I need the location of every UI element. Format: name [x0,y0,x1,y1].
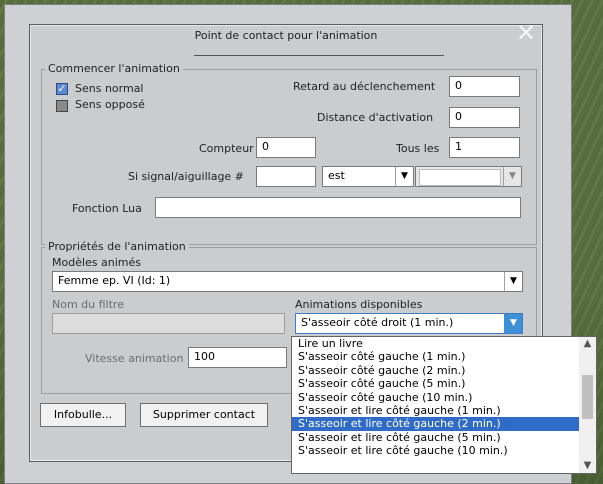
chevron-up-icon[interactable]: ▲ [579,337,596,351]
counter-label: Compteur [199,142,254,155]
distance-label: Distance d'activation [317,111,434,124]
dropdown-item[interactable]: S'asseoir côté gauche (5 min.) [292,377,596,390]
dropdown-item[interactable]: S'asseoir et lire côté gauche (5 min.) [292,431,596,444]
models-label: Modèles animés [52,256,142,269]
reverse-direction-label: Sens opposé [75,98,145,111]
model-value: Femme ep. VI (Id: 1) [58,274,171,287]
signal-state-select[interactable]: est ▼ [322,166,414,187]
chevron-down-icon[interactable]: ▼ [579,459,596,473]
model-select[interactable]: Femme ep. VI (Id: 1) ▼ [52,271,523,292]
signal-target-select[interactable]: ▼ [415,166,522,187]
normal-direction-checkbox[interactable]: ✓ [56,83,68,95]
animation-properties-legend: Propriétés de l'animation [45,240,189,253]
tooltip-button[interactable]: Infobulle... [40,403,126,427]
normal-direction-label: Sens normal [75,82,144,95]
speed-input[interactable]: 100 [188,347,287,368]
filter-label: Nom du filtre [52,298,124,311]
dropdown-item[interactable]: S'asseoir côté gauche (10 min.) [292,391,596,404]
start-animation-legend: Commencer l'animation [45,62,183,75]
dropdown-item[interactable]: S'asseoir côté gauche (1 min.) [292,350,596,363]
every-label: Tous les [396,142,440,155]
dropdown-item[interactable]: S'asseoir et lire côté gauche (2 min.) [292,417,596,431]
signal-target-field [419,169,501,186]
animations-label: Animations disponibles [295,298,423,311]
distance-input[interactable]: 0 [449,107,520,128]
signal-state-value: est [328,169,345,182]
dropdown-item[interactable]: S'asseoir côté gauche (2 min.) [292,364,596,377]
animations-dropdown-list[interactable]: Lire un livre S'asseoir côté gauche (1 mi… [291,336,597,474]
chevron-down-icon: ▼ [504,272,522,291]
speed-label: Vitesse animation [85,352,184,365]
delay-label: Retard au déclenchement [293,80,436,93]
animation-value: S'asseoir côté droit (1 min.) [301,316,454,329]
delay-input[interactable]: 0 [449,76,520,97]
close-icon[interactable]: ✕ [516,19,536,47]
lua-label: Fonction Lua [72,202,142,215]
chevron-down-icon: ▼ [395,167,413,186]
lua-input[interactable] [155,197,521,218]
counter-input[interactable]: 0 [256,137,316,158]
signal-input[interactable] [256,166,316,187]
dropdown-item[interactable]: S'asseoir et lire côté gauche (10 min.) [292,444,596,457]
dialog-title: Point de contact pour l'animation [194,29,378,42]
title-underline [194,55,444,56]
every-input[interactable]: 1 [449,137,520,158]
signal-label: Si signal/aiguillage # [128,170,244,183]
delete-contact-button[interactable]: Supprimer contact [140,403,268,427]
filter-input[interactable] [52,313,285,334]
scrollbar-thumb[interactable] [582,375,593,419]
animation-select[interactable]: S'asseoir côté droit (1 min.) ▼ [295,313,523,334]
dropdown-item[interactable]: S'asseoir et lire côté gauche (1 min.) [292,404,596,417]
chevron-down-icon: ▼ [504,314,522,333]
dropdown-item[interactable]: Lire un livre [292,337,596,350]
dropdown-scrollbar[interactable]: ▲ ▼ [579,337,596,473]
chevron-down-icon: ▼ [503,167,521,186]
dropdown-items: Lire un livre S'asseoir côté gauche (1 mi… [292,337,596,458]
reverse-direction-checkbox[interactable] [56,100,68,112]
